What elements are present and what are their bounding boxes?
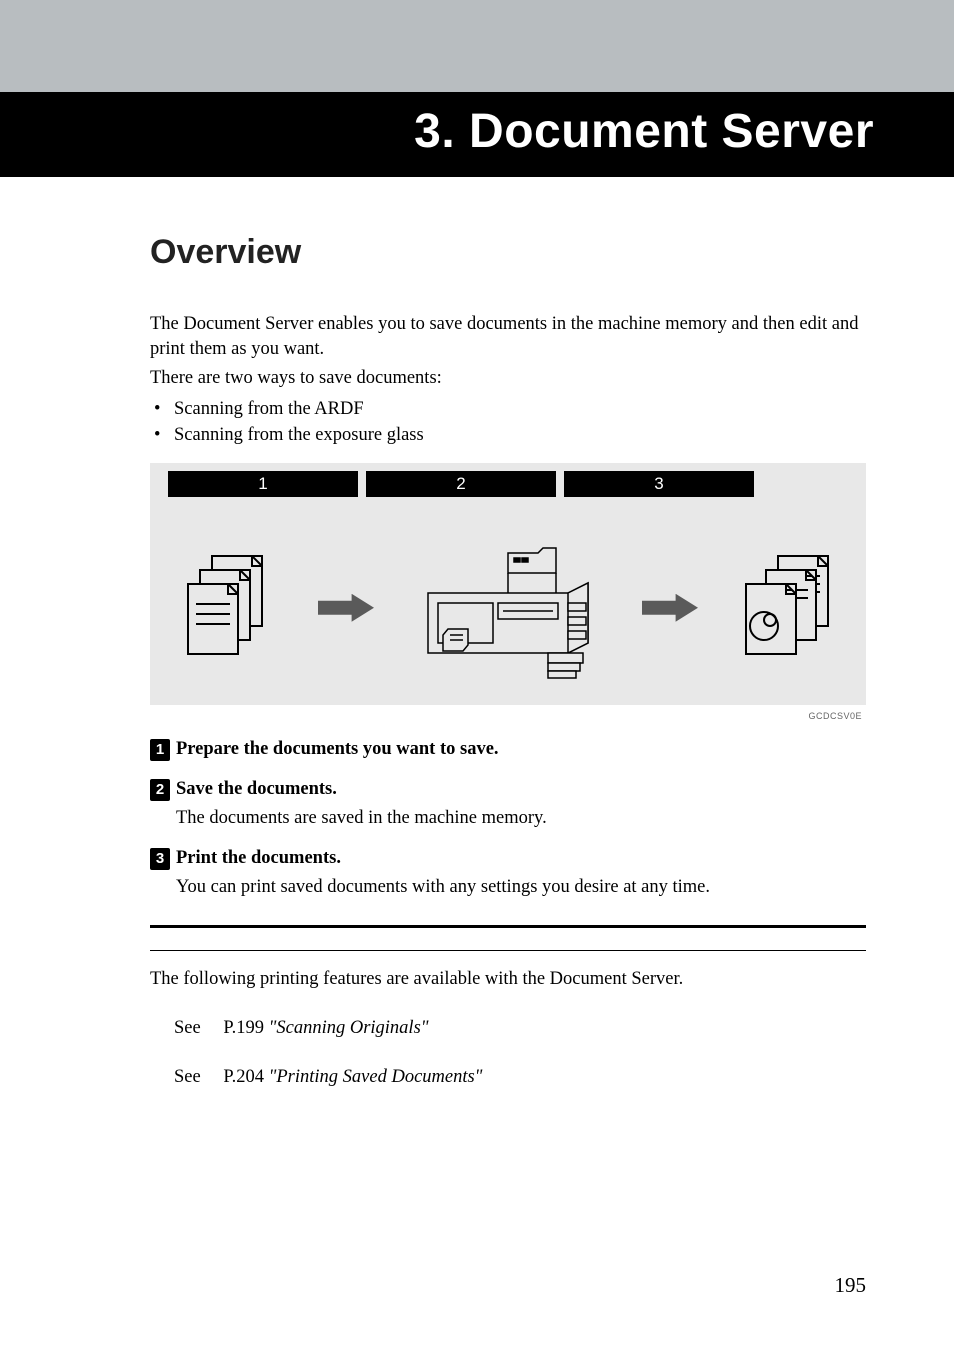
step-2-label: 2 Save the documents. bbox=[150, 779, 866, 801]
step-2-num: 2 bbox=[150, 779, 170, 801]
step-1-label: 1 Prepare the documents you want to save… bbox=[150, 739, 866, 761]
see-label-2: See bbox=[174, 1067, 201, 1087]
see-page-2: P.204 bbox=[223, 1067, 264, 1087]
documents-output-icon bbox=[732, 548, 842, 668]
step-1-num: 1 bbox=[150, 739, 170, 761]
step-1: 1 Prepare the documents you want to save… bbox=[150, 739, 866, 761]
page: 3. Document Server Overview The Document… bbox=[0, 0, 954, 1348]
step-1-title: Prepare the documents you want to save. bbox=[176, 739, 499, 760]
printer-icon bbox=[408, 533, 608, 683]
section-title: Overview bbox=[150, 233, 866, 272]
diagram-code: GCDCSV0E bbox=[150, 711, 866, 721]
diagram-header-2: 2 bbox=[366, 471, 556, 497]
see-label-1: See bbox=[174, 1018, 201, 1038]
step-3-title: Print the documents. bbox=[176, 848, 341, 869]
page-number: 195 bbox=[835, 1273, 867, 1298]
content: Overview The Document Server enables you… bbox=[0, 177, 954, 1088]
see-page-1: P.199 bbox=[223, 1018, 264, 1038]
documents-stack-icon bbox=[174, 548, 284, 668]
step-3-label: 3 Print the documents. bbox=[150, 848, 866, 870]
bullet-item-2: Scanning from the exposure glass bbox=[150, 423, 866, 449]
bullet-list: Scanning from the ARDF Scanning from the… bbox=[150, 397, 866, 449]
step-2-title: Save the documents. bbox=[176, 779, 337, 800]
step-3: 3 Print the documents. You can print sav… bbox=[150, 848, 866, 899]
diagram-header-3: 3 bbox=[564, 471, 754, 497]
see-title-1: "Scanning Originals" bbox=[269, 1018, 429, 1038]
see-ref-2: See P.204 "Printing Saved Documents" bbox=[174, 1067, 866, 1088]
step-3-desc: You can print saved documents with any s… bbox=[176, 875, 866, 899]
workflow-diagram: 1 2 3 bbox=[150, 463, 866, 705]
diagram-body bbox=[168, 523, 848, 683]
divider-thin bbox=[150, 950, 866, 951]
step-2: 2 Save the documents. The documents are … bbox=[150, 779, 866, 830]
intro-paragraph-2: There are two ways to save documents: bbox=[150, 366, 866, 391]
diagram-header-1: 1 bbox=[168, 471, 358, 497]
header-gray-bar bbox=[0, 0, 954, 92]
see-title-2: "Printing Saved Documents" bbox=[269, 1067, 483, 1087]
header-black-bar: 3. Document Server bbox=[0, 92, 954, 177]
intro-paragraph-1: The Document Server enables you to save … bbox=[150, 312, 866, 362]
arrow-icon-2 bbox=[642, 594, 698, 622]
divider-thick bbox=[150, 925, 866, 928]
see-ref-1: See P.199 "Scanning Originals" bbox=[174, 1018, 866, 1039]
bullet-item-1: Scanning from the ARDF bbox=[150, 397, 866, 423]
chapter-title: 3. Document Server bbox=[414, 105, 874, 158]
diagram-headers: 1 2 3 bbox=[168, 471, 848, 497]
step-2-desc: The documents are saved in the machine m… bbox=[176, 806, 866, 830]
arrow-icon-1 bbox=[318, 594, 374, 622]
features-text: The following printing features are avai… bbox=[150, 969, 866, 990]
step-3-num: 3 bbox=[150, 848, 170, 870]
